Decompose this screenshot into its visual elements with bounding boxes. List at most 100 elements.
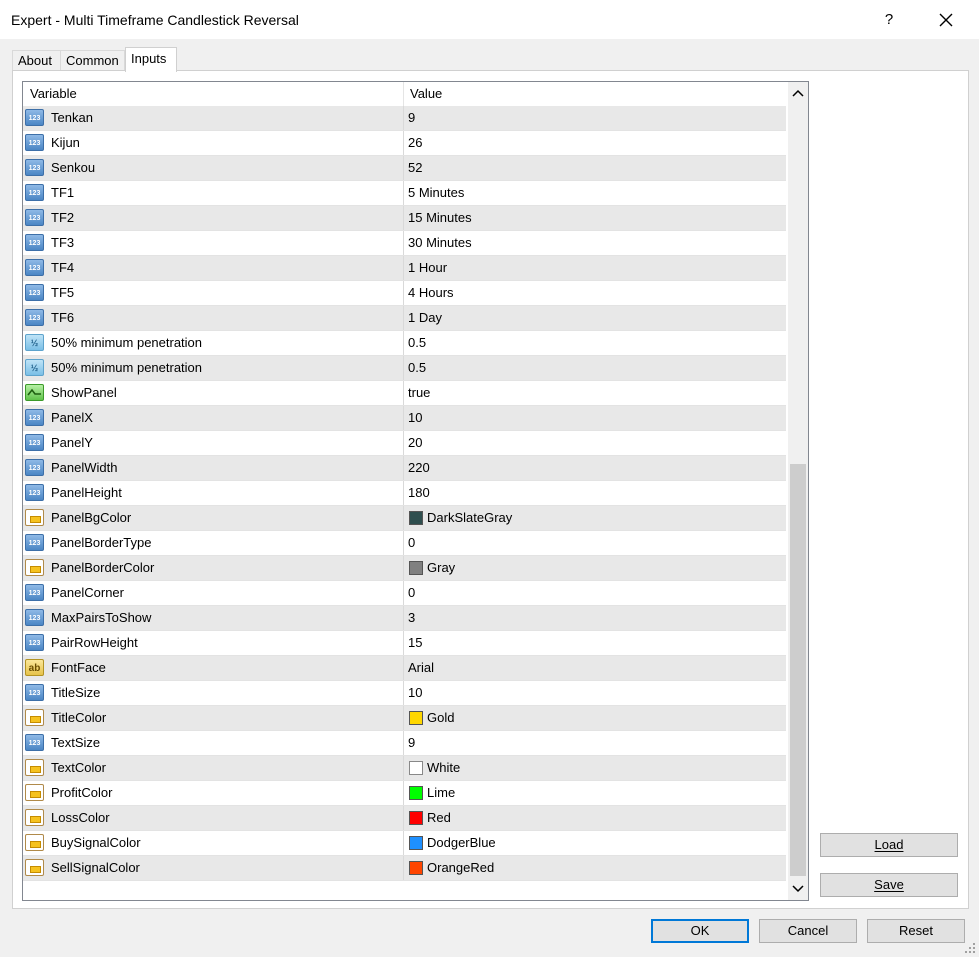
tab-about[interactable]: About	[12, 50, 61, 71]
scroll-down-arrow[interactable]	[788, 878, 808, 898]
variable-cell[interactable]: 123 PairRowHeight	[23, 631, 404, 655]
variable-cell[interactable]: 123 TitleSize	[23, 681, 404, 705]
value-cell[interactable]: OrangeRed	[404, 856, 786, 880]
variable-cell[interactable]: ShowPanel	[23, 381, 404, 405]
table-row[interactable]: 123 PanelBorderType 0	[23, 531, 786, 556]
table-row[interactable]: 123 MaxPairsToShow 3	[23, 606, 786, 631]
variable-cell[interactable]: SellSignalColor	[23, 856, 404, 880]
variable-cell[interactable]: 123 TF3	[23, 231, 404, 255]
scroll-up-arrow[interactable]	[788, 84, 808, 104]
value-cell[interactable]: 52	[404, 156, 786, 180]
variable-cell[interactable]: TitleColor	[23, 706, 404, 730]
value-cell[interactable]: 4 Hours	[404, 281, 786, 305]
load-button[interactable]: Load	[820, 833, 958, 857]
save-button[interactable]: Save	[820, 873, 958, 897]
table-row[interactable]: 123 PairRowHeight 15	[23, 631, 786, 656]
value-cell[interactable]: White	[404, 756, 786, 780]
value-cell[interactable]: 3	[404, 606, 786, 630]
value-cell[interactable]: DarkSlateGray	[404, 506, 786, 530]
tab-inputs[interactable]: Inputs	[125, 47, 177, 72]
variable-cell[interactable]: 123 MaxPairsToShow	[23, 606, 404, 630]
scroll-thumb[interactable]	[790, 464, 806, 876]
table-row[interactable]: TextColor White	[23, 756, 786, 781]
resize-grip-icon[interactable]	[964, 942, 976, 954]
ok-button[interactable]: OK	[651, 919, 749, 943]
variable-cell[interactable]: 123 TF5	[23, 281, 404, 305]
table-row[interactable]: LossColor Red	[23, 806, 786, 831]
table-row[interactable]: 123 PanelX 10	[23, 406, 786, 431]
table-row[interactable]: SellSignalColor OrangeRed	[23, 856, 786, 881]
table-row[interactable]: 123 PanelY 20	[23, 431, 786, 456]
table-row[interactable]: 123 Tenkan 9	[23, 106, 786, 131]
value-cell[interactable]: 220	[404, 456, 786, 480]
value-cell[interactable]: 180	[404, 481, 786, 505]
variable-cell[interactable]: 123 PanelWidth	[23, 456, 404, 480]
value-cell[interactable]: 9	[404, 106, 786, 130]
variable-cell[interactable]: 123 TF4	[23, 256, 404, 280]
table-row[interactable]: 123 TF2 15 Minutes	[23, 206, 786, 231]
table-row[interactable]: TitleColor Gold	[23, 706, 786, 731]
value-cell[interactable]: true	[404, 381, 786, 405]
value-cell[interactable]: 5 Minutes	[404, 181, 786, 205]
variable-cell[interactable]: 123 TF6	[23, 306, 404, 330]
variable-cell[interactable]: 123 PanelHeight	[23, 481, 404, 505]
vertical-scrollbar[interactable]	[788, 82, 808, 900]
cancel-button[interactable]: Cancel	[759, 919, 857, 943]
variable-cell[interactable]: ProfitColor	[23, 781, 404, 805]
value-cell[interactable]: 1 Day	[404, 306, 786, 330]
value-cell[interactable]: 0	[404, 581, 786, 605]
variable-cell[interactable]: TextColor	[23, 756, 404, 780]
variable-cell[interactable]: ½ 50% minimum penetration	[23, 356, 404, 380]
variable-cell[interactable]: PanelBgColor	[23, 506, 404, 530]
variable-cell[interactable]: BuySignalColor	[23, 831, 404, 855]
value-cell[interactable]: Lime	[404, 781, 786, 805]
variable-cell[interactable]: 123 Senkou	[23, 156, 404, 180]
value-cell[interactable]: 10	[404, 406, 786, 430]
variable-cell[interactable]: 123 PanelY	[23, 431, 404, 455]
table-row[interactable]: ShowPanel true	[23, 381, 786, 406]
table-row[interactable]: ½ 50% minimum penetration 0.5	[23, 356, 786, 381]
reset-button[interactable]: Reset	[867, 919, 965, 943]
variable-cell[interactable]: 123 TF1	[23, 181, 404, 205]
table-row[interactable]: PanelBorderColor Gray	[23, 556, 786, 581]
value-cell[interactable]: 15	[404, 631, 786, 655]
value-cell[interactable]: Arial	[404, 656, 786, 680]
value-cell[interactable]: Red	[404, 806, 786, 830]
value-cell[interactable]: DodgerBlue	[404, 831, 786, 855]
variable-cell[interactable]: 123 Tenkan	[23, 106, 404, 130]
variable-cell[interactable]: 123 Kijun	[23, 131, 404, 155]
table-row[interactable]: 123 Senkou 52	[23, 156, 786, 181]
value-cell[interactable]: Gray	[404, 556, 786, 580]
variable-cell[interactable]: 123 PanelBorderType	[23, 531, 404, 555]
variable-cell[interactable]: ½ 50% minimum penetration	[23, 331, 404, 355]
table-row[interactable]: PanelBgColor DarkSlateGray	[23, 506, 786, 531]
table-row[interactable]: 123 TextSize 9	[23, 731, 786, 756]
value-cell[interactable]: 15 Minutes	[404, 206, 786, 230]
table-row[interactable]: 123 TF1 5 Minutes	[23, 181, 786, 206]
value-cell[interactable]: Gold	[404, 706, 786, 730]
help-button[interactable]: ?	[878, 9, 900, 31]
column-header-value[interactable]: Value	[404, 82, 786, 106]
table-row[interactable]: 123 PanelHeight 180	[23, 481, 786, 506]
close-button[interactable]	[934, 9, 958, 31]
table-row[interactable]: 123 Kijun 26	[23, 131, 786, 156]
variable-cell[interactable]: 123 PanelCorner	[23, 581, 404, 605]
table-row[interactable]: 123 TF6 1 Day	[23, 306, 786, 331]
value-cell[interactable]: 0	[404, 531, 786, 555]
table-row[interactable]: 123 TF3 30 Minutes	[23, 231, 786, 256]
value-cell[interactable]: 1 Hour	[404, 256, 786, 280]
table-row[interactable]: BuySignalColor DodgerBlue	[23, 831, 786, 856]
variable-cell[interactable]: LossColor	[23, 806, 404, 830]
value-cell[interactable]: 10	[404, 681, 786, 705]
table-row[interactable]: 123 TitleSize 10	[23, 681, 786, 706]
column-header-variable[interactable]: Variable	[23, 82, 404, 106]
value-cell[interactable]: 0.5	[404, 331, 786, 355]
value-cell[interactable]: 9	[404, 731, 786, 755]
table-row[interactable]: 123 PanelCorner 0	[23, 581, 786, 606]
table-row[interactable]: 123 TF4 1 Hour	[23, 256, 786, 281]
table-row[interactable]: 123 PanelWidth 220	[23, 456, 786, 481]
table-row[interactable]: ab FontFace Arial	[23, 656, 786, 681]
variable-cell[interactable]: PanelBorderColor	[23, 556, 404, 580]
value-cell[interactable]: 30 Minutes	[404, 231, 786, 255]
value-cell[interactable]: 26	[404, 131, 786, 155]
